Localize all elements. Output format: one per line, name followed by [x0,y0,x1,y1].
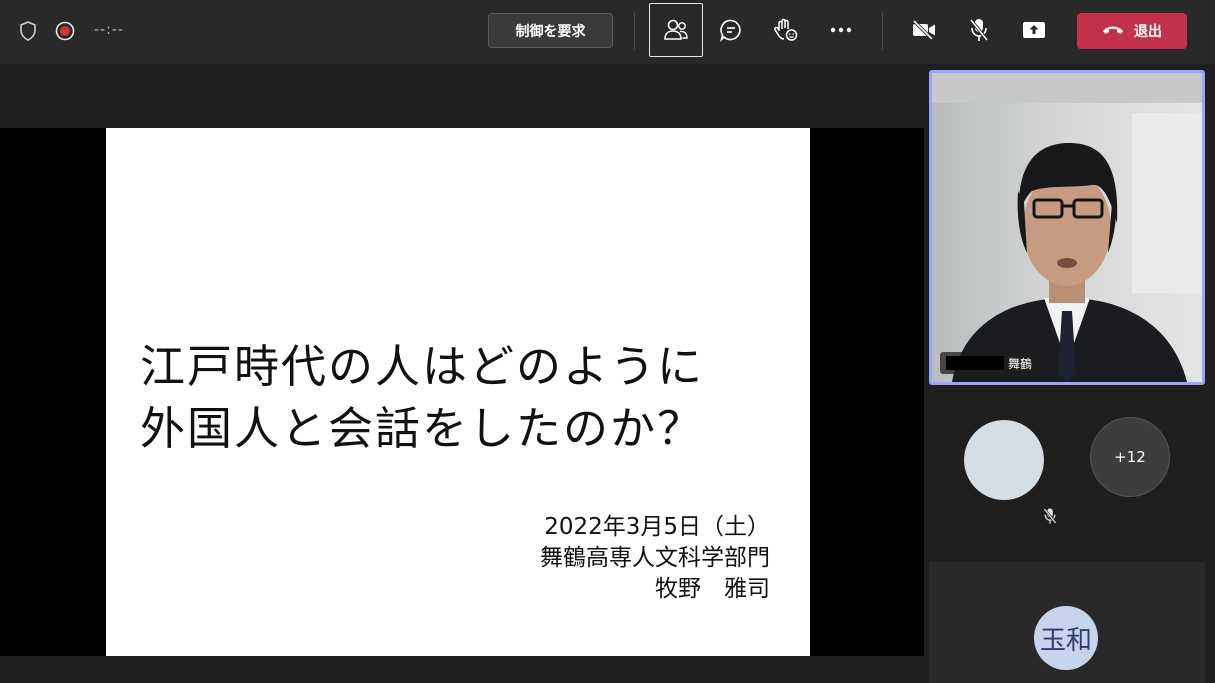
more-participants-button[interactable]: +12 [1090,417,1170,497]
camera-toggle-button[interactable] [897,3,951,57]
slide-department: 舞鶴高専人文科学部門 [540,545,770,571]
participant-gallery: +12 [929,395,1205,555]
speaker-video-tile[interactable]: 舞鶴 [929,70,1205,385]
divider [882,12,883,50]
participant-name-tag: 舞鶴 [940,352,1039,374]
hang-up-icon [1103,26,1123,34]
divider [634,12,635,50]
mic-off-icon [969,18,989,42]
redacted-name [946,356,1004,370]
slide-title-line-2: 外国人と会話をしたのか？ [140,402,705,455]
slide-title-line-1: 江戸時代の人はどのように [140,340,705,393]
participants-button[interactable] [649,3,703,57]
mic-off-icon [1043,508,1057,524]
slide-date: 2022年3月5日（土） [544,514,770,540]
share-screen-icon [1023,22,1045,38]
shield-icon[interactable] [13,16,43,46]
reactions-button[interactable] [759,3,813,57]
slide-subtitle: 2022年3月5日（土） 舞鶴高専人文科学部門 牧野 雅司 [540,512,770,605]
chat-icon [720,19,741,42]
share-button[interactable] [1007,3,1061,57]
microphone-toggle-button[interactable] [952,3,1006,57]
participant-avatar[interactable] [964,420,1044,500]
initials-avatar: 玉和 [1034,606,1098,670]
participant-name: 舞鶴 [1008,356,1033,371]
more-icon [830,27,852,33]
speaker-video [932,73,1202,382]
more-options-button[interactable] [814,3,868,57]
camera-off-icon [912,19,935,41]
leave-label: 退出 [1134,24,1162,40]
meeting-timer: --:-- [94,22,124,38]
slide-title: 江戸時代の人はどのように 外国人と会話をしたのか？ [140,336,800,460]
participant-tile[interactable]: 玉和 [929,562,1205,683]
raise-hand-icon [774,18,798,41]
presentation-slide: 江戸時代の人はどのように 外国人と会話をしたのか？ 2022年3月5日（土） 舞… [106,128,810,656]
leave-button[interactable]: 退出 [1077,13,1187,49]
request-control-button[interactable]: 制御を要求 [488,13,613,48]
meeting-toolbar: --:-- 制御を要求 退出 [0,0,1215,64]
shared-screen: 江戸時代の人はどのように 外国人と会話をしたのか？ 2022年3月5日（土） 舞… [0,128,924,656]
slide-author: 牧野 雅司 [655,576,770,602]
chat-button[interactable] [704,3,758,57]
people-icon [664,19,688,40]
recording-icon [50,16,80,46]
